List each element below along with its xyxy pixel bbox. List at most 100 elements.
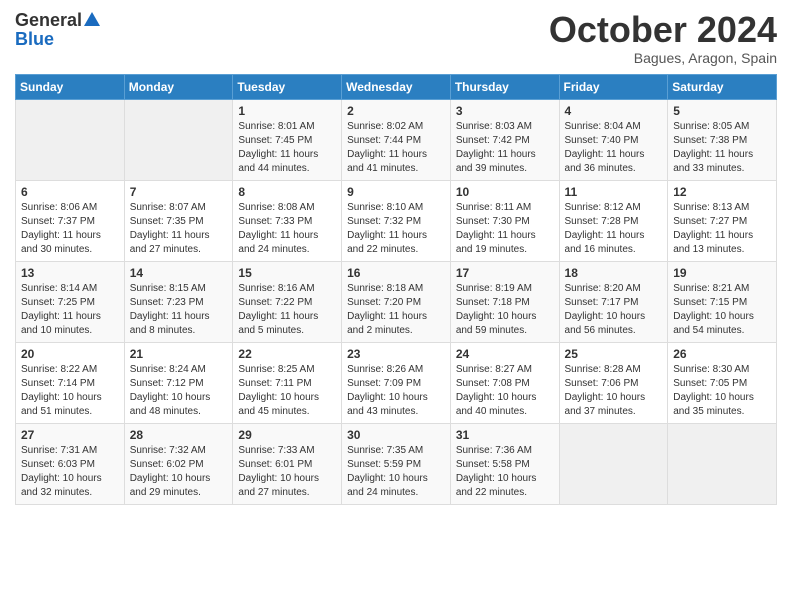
day-info: Sunrise: 7:33 AM Sunset: 6:01 PM Dayligh…: [238, 444, 336, 500]
header: General Blue October 2024 Bagues, Aragon…: [15, 10, 777, 66]
logo-general-text: General: [15, 11, 82, 29]
day-number: 6: [21, 185, 119, 199]
calendar-cell: 4 Sunrise: 8:04 AM Sunset: 7:40 PM Daylig…: [559, 99, 668, 180]
day-number: 30: [347, 428, 445, 442]
calendar-cell: 1 Sunrise: 8:01 AM Sunset: 7:45 PM Daylig…: [233, 99, 342, 180]
calendar-week-4: 20Sunrise: 8:22 AM Sunset: 7:14 PM Dayli…: [16, 342, 777, 423]
calendar-cell: 29Sunrise: 7:33 AM Sunset: 6:01 PM Dayli…: [233, 423, 342, 504]
calendar-cell: 3 Sunrise: 8:03 AM Sunset: 7:42 PM Daylig…: [450, 99, 559, 180]
day-number: 11: [565, 185, 663, 199]
calendar-cell: 8 Sunrise: 8:08 AM Sunset: 7:33 PM Daylig…: [233, 180, 342, 261]
calendar-cell: [16, 99, 125, 180]
day-number: 19: [673, 266, 771, 280]
day-number: 4: [565, 104, 663, 118]
day-info: Sunrise: 7:31 AM Sunset: 6:03 PM Dayligh…: [21, 444, 119, 500]
day-number: 2: [347, 104, 445, 118]
day-info: Sunrise: 7:35 AM Sunset: 5:59 PM Dayligh…: [347, 444, 445, 500]
calendar-cell: [559, 423, 668, 504]
day-info: Sunrise: 8:28 AM Sunset: 7:06 PM Dayligh…: [565, 363, 663, 419]
calendar-cell: 23Sunrise: 8:26 AM Sunset: 7:09 PM Dayli…: [342, 342, 451, 423]
day-number: 7: [130, 185, 228, 199]
day-number: 9: [347, 185, 445, 199]
day-info: Sunrise: 8:16 AM Sunset: 7:22 PM Dayligh…: [238, 282, 336, 338]
day-number: 25: [565, 347, 663, 361]
day-number: 20: [21, 347, 119, 361]
day-info: Sunrise: 8:08 AM Sunset: 7:33 PM Dayligh…: [238, 201, 336, 257]
calendar-cell: [668, 423, 777, 504]
calendar-cell: 25 Sunrise: 8:28 AM Sunset: 7:06 PM Dayli…: [559, 342, 668, 423]
calendar-cell: 22 Sunrise: 8:25 AM Sunset: 7:11 PM Dayli…: [233, 342, 342, 423]
day-info: Sunrise: 8:25 AM Sunset: 7:11 PM Dayligh…: [238, 363, 336, 419]
calendar-cell: 13 Sunrise: 8:14 AM Sunset: 7:25 PM Dayli…: [16, 261, 125, 342]
calendar-cell: 19 Sunrise: 8:21 AM Sunset: 7:15 PM Dayli…: [668, 261, 777, 342]
day-number: 16: [347, 266, 445, 280]
day-info: Sunrise: 8:12 AM Sunset: 7:28 PM Dayligh…: [565, 201, 663, 257]
col-saturday: Saturday: [668, 74, 777, 99]
day-info: Sunrise: 8:02 AM Sunset: 7:44 PM Dayligh…: [347, 120, 445, 176]
day-number: 5: [673, 104, 771, 118]
day-number: 26: [673, 347, 771, 361]
calendar-week-3: 13 Sunrise: 8:14 AM Sunset: 7:25 PM Dayli…: [16, 261, 777, 342]
day-info: Sunrise: 8:10 AM Sunset: 7:32 PM Dayligh…: [347, 201, 445, 257]
col-friday: Friday: [559, 74, 668, 99]
calendar-cell: 15 Sunrise: 8:16 AM Sunset: 7:22 PM Dayli…: [233, 261, 342, 342]
calendar-cell: 9 Sunrise: 8:10 AM Sunset: 7:32 PM Daylig…: [342, 180, 451, 261]
day-info: Sunrise: 8:15 AM Sunset: 7:23 PM Dayligh…: [130, 282, 228, 338]
calendar-cell: 21 Sunrise: 8:24 AM Sunset: 7:12 PM Dayli…: [124, 342, 233, 423]
day-info: Sunrise: 8:14 AM Sunset: 7:25 PM Dayligh…: [21, 282, 119, 338]
calendar-cell: 10Sunrise: 8:11 AM Sunset: 7:30 PM Dayli…: [450, 180, 559, 261]
day-info: Sunrise: 8:01 AM Sunset: 7:45 PM Dayligh…: [238, 120, 336, 176]
day-info: Sunrise: 7:36 AM Sunset: 5:58 PM Dayligh…: [456, 444, 554, 500]
day-number: 14: [130, 266, 228, 280]
day-info: Sunrise: 8:05 AM Sunset: 7:38 PM Dayligh…: [673, 120, 771, 176]
calendar-cell: 14 Sunrise: 8:15 AM Sunset: 7:23 PM Dayli…: [124, 261, 233, 342]
day-number: 21: [130, 347, 228, 361]
calendar-cell: 2 Sunrise: 8:02 AM Sunset: 7:44 PM Daylig…: [342, 99, 451, 180]
calendar-cell: 27 Sunrise: 7:31 AM Sunset: 6:03 PM Dayli…: [16, 423, 125, 504]
calendar-cell: 6Sunrise: 8:06 AM Sunset: 7:37 PM Daylig…: [16, 180, 125, 261]
logo-icon: [82, 10, 102, 30]
day-number: 13: [21, 266, 119, 280]
page-title: October 2024: [549, 10, 777, 50]
calendar-cell: 11 Sunrise: 8:12 AM Sunset: 7:28 PM Dayli…: [559, 180, 668, 261]
day-number: 22: [238, 347, 336, 361]
col-monday: Monday: [124, 74, 233, 99]
day-number: 8: [238, 185, 336, 199]
calendar-cell: 18Sunrise: 8:20 AM Sunset: 7:17 PM Dayli…: [559, 261, 668, 342]
day-info: Sunrise: 8:30 AM Sunset: 7:05 PM Dayligh…: [673, 363, 771, 419]
calendar-table: Sunday Monday Tuesday Wednesday Thursday…: [15, 74, 777, 505]
day-number: 15: [238, 266, 336, 280]
calendar-cell: 7 Sunrise: 8:07 AM Sunset: 7:35 PM Daylig…: [124, 180, 233, 261]
calendar-cell: 5 Sunrise: 8:05 AM Sunset: 7:38 PM Daylig…: [668, 99, 777, 180]
calendar-cell: 28Sunrise: 7:32 AM Sunset: 6:02 PM Dayli…: [124, 423, 233, 504]
calendar-cell: 20Sunrise: 8:22 AM Sunset: 7:14 PM Dayli…: [16, 342, 125, 423]
day-number: 17: [456, 266, 554, 280]
day-info: Sunrise: 8:04 AM Sunset: 7:40 PM Dayligh…: [565, 120, 663, 176]
calendar-cell: 17 Sunrise: 8:19 AM Sunset: 7:18 PM Dayli…: [450, 261, 559, 342]
col-wednesday: Wednesday: [342, 74, 451, 99]
day-info: Sunrise: 8:11 AM Sunset: 7:30 PM Dayligh…: [456, 201, 554, 257]
day-number: 1: [238, 104, 336, 118]
day-info: Sunrise: 8:07 AM Sunset: 7:35 PM Dayligh…: [130, 201, 228, 257]
day-info: Sunrise: 8:03 AM Sunset: 7:42 PM Dayligh…: [456, 120, 554, 176]
day-info: Sunrise: 8:13 AM Sunset: 7:27 PM Dayligh…: [673, 201, 771, 257]
day-info: Sunrise: 8:24 AM Sunset: 7:12 PM Dayligh…: [130, 363, 228, 419]
day-info: Sunrise: 8:21 AM Sunset: 7:15 PM Dayligh…: [673, 282, 771, 338]
day-number: 31: [456, 428, 554, 442]
day-number: 24: [456, 347, 554, 361]
calendar-week-1: 1 Sunrise: 8:01 AM Sunset: 7:45 PM Daylig…: [16, 99, 777, 180]
col-sunday: Sunday: [16, 74, 125, 99]
day-number: 23: [347, 347, 445, 361]
day-number: 27: [21, 428, 119, 442]
day-number: 18: [565, 266, 663, 280]
col-thursday: Thursday: [450, 74, 559, 99]
title-block: October 2024 Bagues, Aragon, Spain: [549, 10, 777, 66]
day-number: 28: [130, 428, 228, 442]
logo: General Blue: [15, 10, 102, 48]
calendar-header-row: Sunday Monday Tuesday Wednesday Thursday…: [16, 74, 777, 99]
day-info: Sunrise: 8:19 AM Sunset: 7:18 PM Dayligh…: [456, 282, 554, 338]
day-number: 3: [456, 104, 554, 118]
day-info: Sunrise: 8:27 AM Sunset: 7:08 PM Dayligh…: [456, 363, 554, 419]
page: General Blue October 2024 Bagues, Aragon…: [0, 0, 792, 612]
logo-blue-text: Blue: [15, 30, 54, 48]
